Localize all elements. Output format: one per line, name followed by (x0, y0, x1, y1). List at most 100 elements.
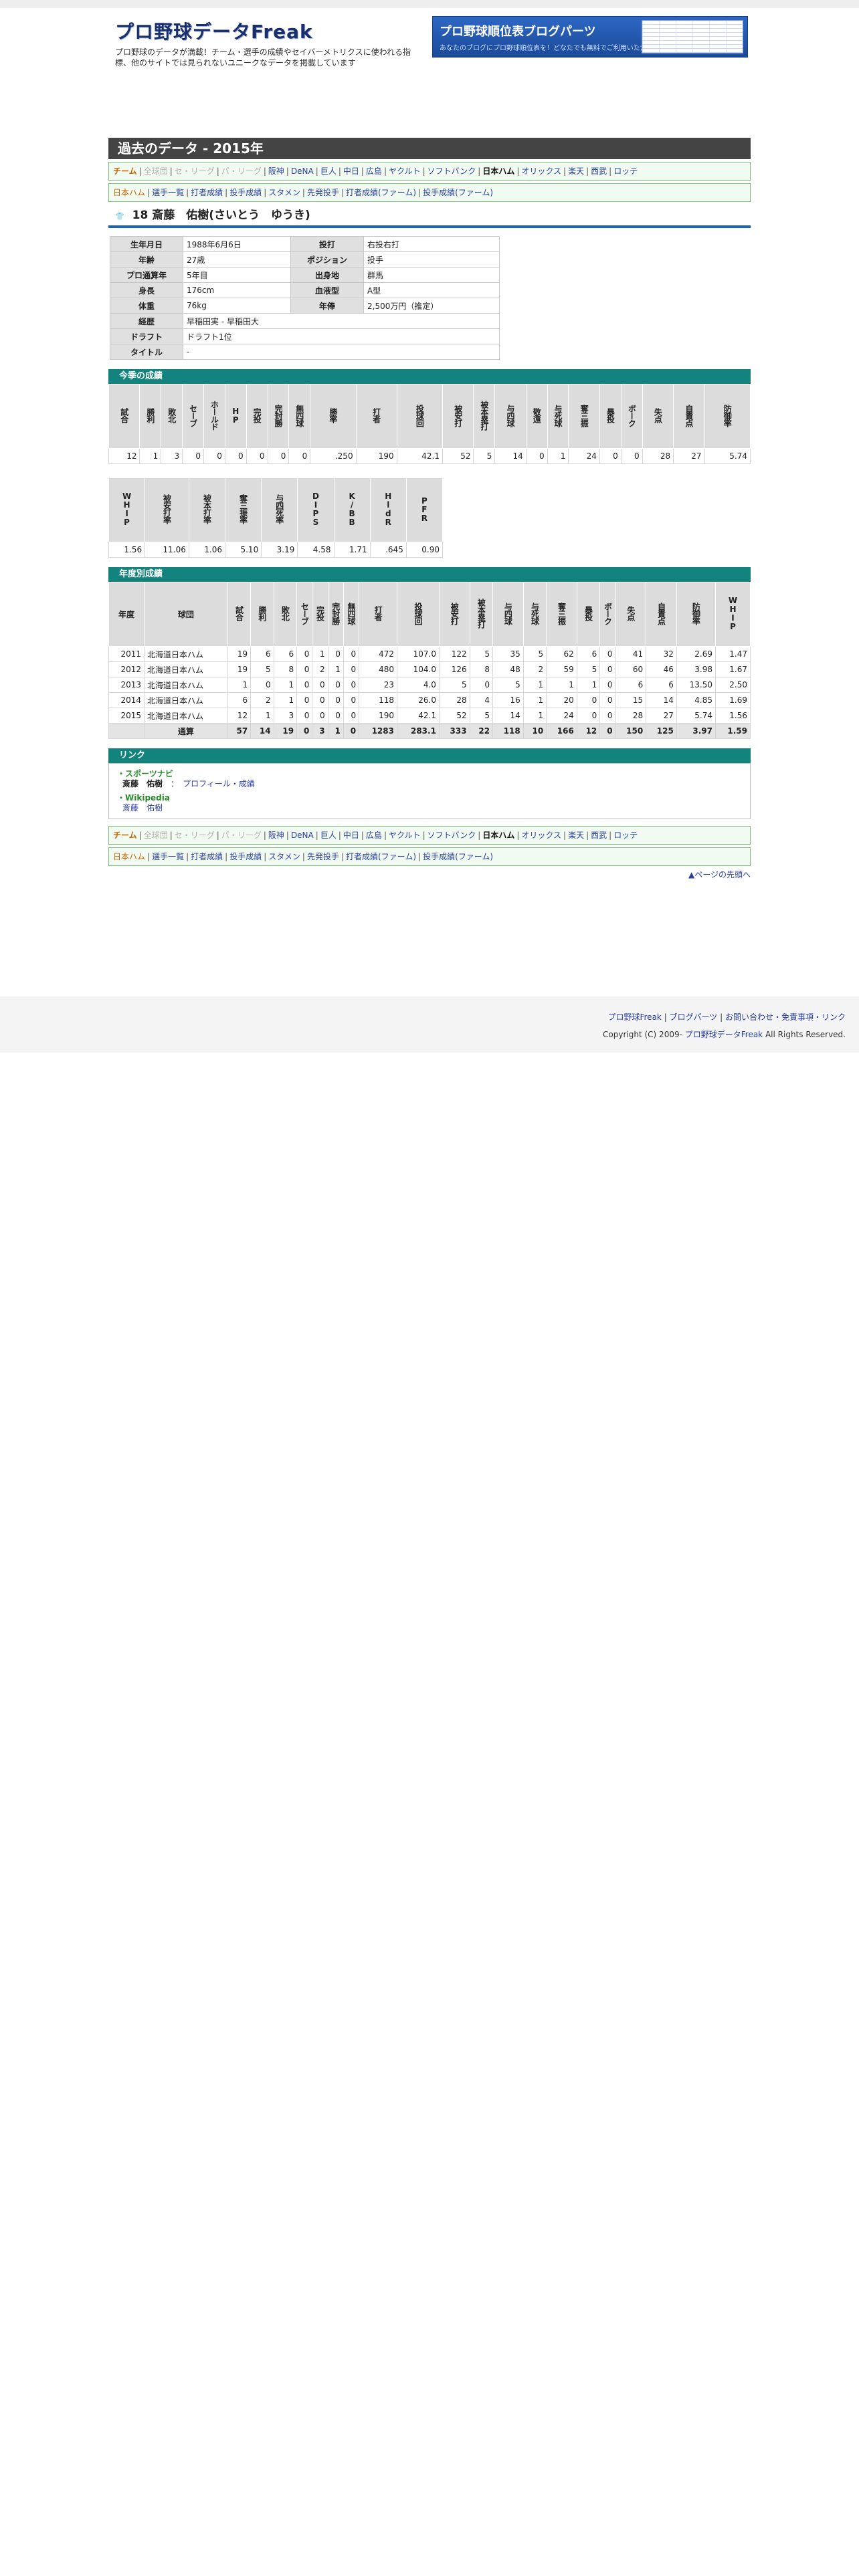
nav-team-link[interactable]: DeNA (291, 167, 314, 176)
stat-cell: 1 (139, 448, 162, 464)
sub-nav-link[interactable]: 打者成績 (191, 852, 223, 861)
nav-team-link[interactable]: ロッテ (613, 167, 638, 176)
stat-cell: 0 (620, 448, 643, 464)
nav-team-link[interactable]: ヤクルト (389, 167, 421, 176)
copyright: Copyright (C) 2009- プロ野球データFreak All Rig… (603, 1029, 846, 1040)
sub-nav-team[interactable]: 日本ハム (113, 852, 145, 861)
nav-team-link[interactable]: 西武 (591, 167, 607, 176)
stat-cell: 4 (469, 692, 494, 708)
stat-header: 球団 (144, 582, 228, 647)
sub-nav-top: 日本ハム | 選手一覧 | 打者成績 | 投手成績 | スタメン | 先発投手 | 打者成績(ファーム)… (108, 183, 751, 202)
team-nav-top: チーム | 全球団 | セ・リーグ | パ・リーグ | 阪神 | DeNA | 巨人 | 中日 | 広島 | ヤクル… (108, 162, 751, 181)
banner-subtitle[interactable]: あなたのブログにプロ野球順位表を！どなたでも無料でご利用いただけます (440, 42, 667, 52)
stat-header-label: 奪三振 (557, 602, 567, 625)
stat-cell: 1 (312, 646, 328, 662)
copyright-link[interactable]: プロ野球データFreak (685, 1030, 763, 1039)
stat-cell: .645 (369, 542, 407, 558)
sub-nav-link[interactable]: 投手成績(ファーム) (423, 852, 493, 861)
nav-team-link[interactable]: ロッテ (613, 831, 638, 840)
nav-team-link[interactable]: 広島 (366, 831, 382, 840)
nav-team-link[interactable]: DeNA (291, 831, 314, 840)
stat-header: 敗北 (161, 384, 183, 449)
nav-team-link[interactable]: オリックス (521, 831, 561, 840)
nav-team-link[interactable]: 日本ハム (482, 831, 514, 840)
sub-nav-link[interactable]: 先発投手 (307, 852, 339, 861)
stat-header: WHIP (108, 477, 146, 542)
nav-team-link[interactable]: 西武 (591, 831, 607, 840)
stat-header: 投球回 (396, 384, 444, 449)
nav-team-link[interactable]: 日本ハム (482, 167, 514, 176)
stat-header: 試合 (227, 582, 252, 647)
stat-cell: 1 (547, 448, 569, 464)
profile-row: プロ通算年 5年目 出身地 群馬 (110, 267, 500, 283)
metrics-header-row: WHIP 被安打率 被本打率 奪三振率 与四死率 DIPS K/BB HldR PFR (108, 477, 444, 542)
wikipedia-link[interactable]: 斎藤 佑樹 (122, 803, 163, 813)
nav-pacific[interactable]: パ・リーグ (221, 167, 262, 176)
nav-team-link[interactable]: 楽天 (568, 831, 584, 840)
nav-team-link[interactable]: オリックス (521, 167, 561, 176)
nav-team-link[interactable]: 巨人 (320, 167, 337, 176)
sub-nav-link[interactable]: スタメン (268, 852, 300, 861)
sub-nav-link[interactable]: 投手成績 (229, 188, 262, 197)
sportsnavi-label: ・スポーツナビ (117, 769, 173, 778)
nav-team-link[interactable]: 阪神 (268, 167, 284, 176)
nav-all-teams[interactable]: 全球団 (144, 167, 168, 176)
sub-nav-link[interactable]: 打者成績 (191, 188, 223, 197)
nav-team-link[interactable]: 中日 (343, 167, 359, 176)
nav-team-link[interactable]: ソフトバンク (427, 831, 476, 840)
nav-team-link[interactable]: 楽天 (568, 167, 584, 176)
stat-cell: 0 (525, 448, 548, 464)
stat-cell: 0 (599, 448, 622, 464)
sub-nav-link[interactable]: 選手一覧 (152, 188, 184, 197)
stat-cell: 6 (646, 677, 677, 693)
uniform-icon: 👕 (115, 212, 124, 221)
stat-header-label: 無四球 (294, 404, 304, 427)
stat-header-label: 完投 (315, 606, 325, 621)
nav-team-link[interactable]: 広島 (366, 167, 382, 176)
stat-cell: 1 (227, 677, 252, 693)
stat-header-label: 防御率 (691, 602, 701, 625)
stat-cell: 2 (312, 661, 328, 677)
back-to-top-link[interactable]: ▲ページの先頭へ (108, 869, 751, 880)
sub-nav-link[interactable]: 打者成績(ファーム) (346, 188, 416, 197)
stat-header: セーブ (182, 384, 204, 449)
standings-thumbnail (642, 20, 743, 53)
stat-cell: 1.69 (714, 692, 751, 708)
sub-nav-link[interactable]: 投手成績(ファーム) (423, 188, 493, 197)
sub-nav-link[interactable]: スタメン (268, 188, 300, 197)
sub-nav-link[interactable]: 投手成績 (229, 852, 262, 861)
stat-header-label: 打者 (373, 606, 383, 621)
sub-nav-team[interactable]: 日本ハム (113, 188, 145, 197)
copyright-pre: Copyright (C) 2009- (603, 1030, 682, 1039)
nav-team-link[interactable]: 中日 (343, 831, 359, 840)
stat-header-label: WHIP (728, 596, 738, 631)
stat-cell: 480 (359, 661, 397, 677)
nav-team-link[interactable]: 阪神 (268, 831, 284, 840)
site-logo[interactable]: プロ野球データFreak プロ野球のデータが満載！チーム・選手の成績やセイバーメ… (115, 17, 423, 68)
nav-pacific[interactable]: パ・リーグ (221, 831, 262, 840)
stat-header-label: 与四死率 (274, 494, 284, 524)
footer-link-freak[interactable]: プロ野球Freak (607, 1012, 661, 1022)
profile-stats-link[interactable]: プロフィール・成績 (183, 779, 255, 788)
stat-header-label: 敗北 (167, 408, 177, 423)
sub-nav-link[interactable]: 先発投手 (307, 188, 339, 197)
blog-parts-banner[interactable]: プロ野球順位表ブログパーツ あなたのブログにプロ野球順位表を！どなたでも無料でご… (432, 16, 748, 58)
footer-link-blogparts[interactable]: ブログパーツ (670, 1012, 718, 1022)
stat-header: 無四球 (288, 384, 311, 449)
footer-link-contact[interactable]: お問い合わせ・免責事項・リンク (725, 1012, 846, 1022)
nav-team-link[interactable]: 巨人 (320, 831, 337, 840)
nav-central[interactable]: セ・リーグ (175, 167, 215, 176)
banner-title[interactable]: プロ野球順位表ブログパーツ (440, 22, 596, 39)
nav-team-link[interactable]: ソフトバンク (427, 167, 476, 176)
stat-cell: 0 (296, 661, 313, 677)
sub-nav-link[interactable]: 打者成績(ファーム) (346, 852, 416, 861)
nav-team-link[interactable]: ヤクルト (389, 831, 421, 840)
nav-all-teams[interactable]: 全球団 (144, 831, 168, 840)
stat-header-label: 完封勝 (330, 602, 341, 625)
logo-title[interactable]: プロ野球データFreak (115, 17, 423, 44)
nav-central[interactable]: セ・リーグ (175, 831, 215, 840)
sub-nav-link[interactable]: 選手一覧 (152, 852, 184, 861)
stat-cell: 1 (273, 692, 298, 708)
stat-header-label: 与四球 (506, 404, 516, 427)
stat-header: 暴投 (576, 582, 601, 647)
